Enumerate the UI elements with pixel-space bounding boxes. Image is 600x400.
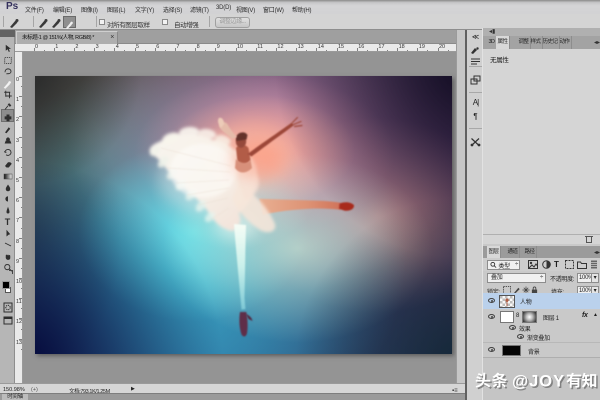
- svg-text:@JOY: @JOY: [512, 372, 565, 390]
